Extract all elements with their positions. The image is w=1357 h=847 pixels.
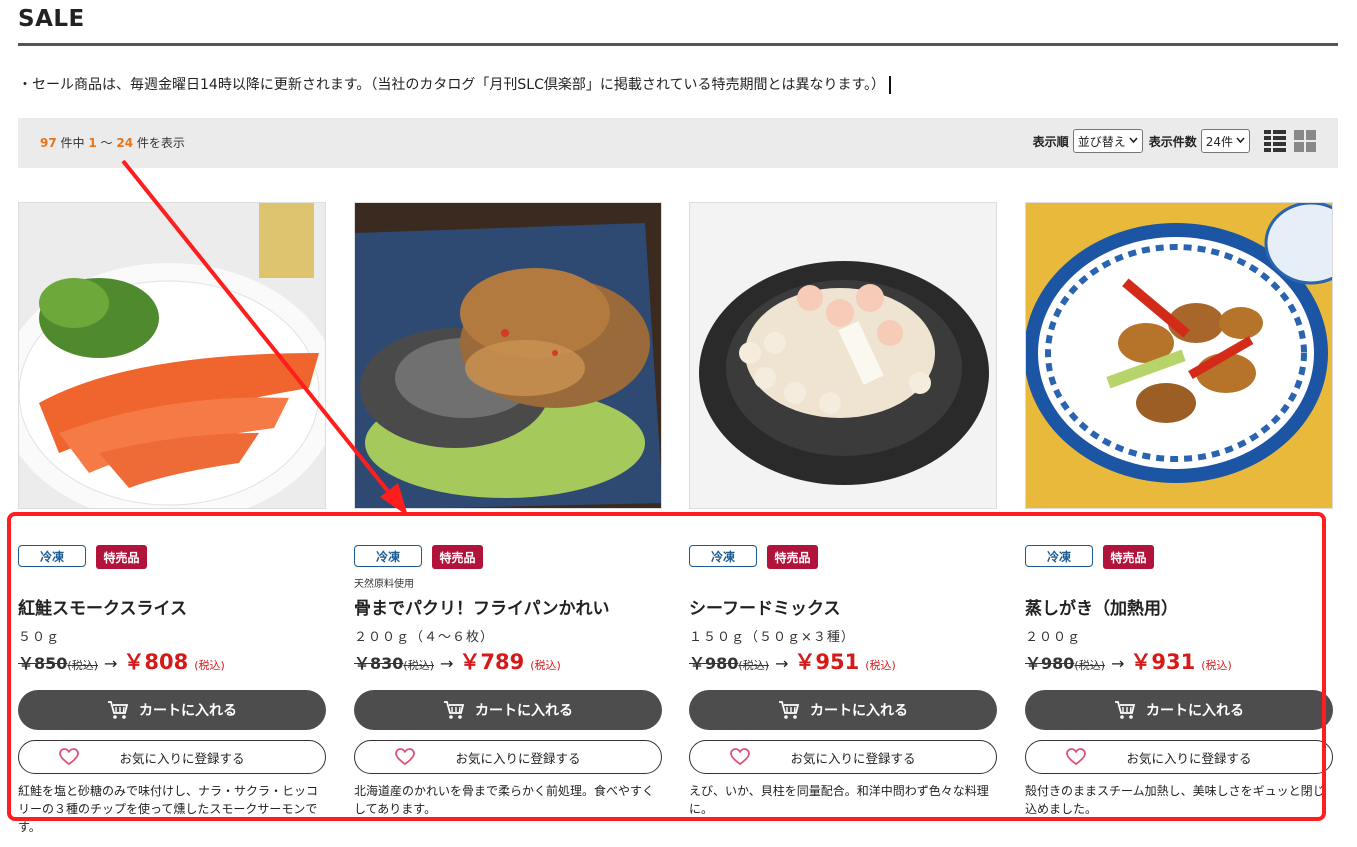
listing-controls: 表示順 並び替え 表示件数 24件 xyxy=(1033,129,1316,153)
product-image[interactable] xyxy=(1025,202,1333,509)
text-cursor xyxy=(889,76,892,94)
grid-view-icon[interactable] xyxy=(1294,130,1316,152)
chevron-down-icon xyxy=(1129,136,1138,146)
total-count: 97 xyxy=(40,136,57,150)
range-start: 1 xyxy=(88,136,97,150)
product-image[interactable] xyxy=(354,202,662,509)
product-image[interactable] xyxy=(689,202,997,509)
result-count: 97 件中 1 ～ 24 件を表示 xyxy=(40,134,185,151)
perpage-select[interactable]: 24件 xyxy=(1200,129,1250,153)
sort-select-value: 並び替え xyxy=(1077,134,1126,149)
range-end: 24 xyxy=(116,136,134,150)
count-tilde: ～ xyxy=(96,136,117,150)
annotation-highlight-box xyxy=(7,512,1326,821)
sale-notice-text: ・セール商品は、毎週金曜日14時以降に更新されます。（当社のカタログ「月刊SLC… xyxy=(18,77,886,93)
title-divider xyxy=(18,43,1338,46)
chevron-down-icon xyxy=(1236,136,1245,146)
count-text-1: 件中 xyxy=(56,136,89,150)
perpage-select-value: 24件 xyxy=(1205,134,1233,149)
perpage-label: 表示件数 xyxy=(1148,134,1197,149)
listing-toolbar: 97 件中 1 ～ 24 件を表示 表示順 並び替え 表示件数 24件 xyxy=(18,118,1338,168)
product-card: 冷凍 特売品 天然原料使用 骨までパクリ！フライパンかれい ２００ｇ（４～６枚）… xyxy=(354,202,662,816)
sale-notice: ・セール商品は、毎週金曜日14時以降に更新されます。（当社のカタログ「月刊SLC… xyxy=(18,74,892,94)
product-image[interactable] xyxy=(18,202,326,509)
count-text-2: 件を表示 xyxy=(133,136,185,150)
list-view-icon[interactable] xyxy=(1264,130,1286,152)
sort-label: 表示順 xyxy=(1032,134,1069,149)
product-card: 冷凍 特売品 蒸しがき（加熱用） ２００ｇ ￥980 (税込) → ￥931 (税込) … xyxy=(1025,202,1333,816)
page-title: SALE xyxy=(18,6,85,32)
product-card: 冷凍 特売品 紅鮭スモークスライス ５０ｇ ￥850 (税込) → ￥808 (税込) … xyxy=(18,202,326,834)
sort-select[interactable]: 並び替え xyxy=(1072,129,1143,153)
product-card: 冷凍 特売品 シーフードミックス １５０ｇ（５０ｇ×３種） ￥980 (税込) → ￥… xyxy=(689,202,997,816)
